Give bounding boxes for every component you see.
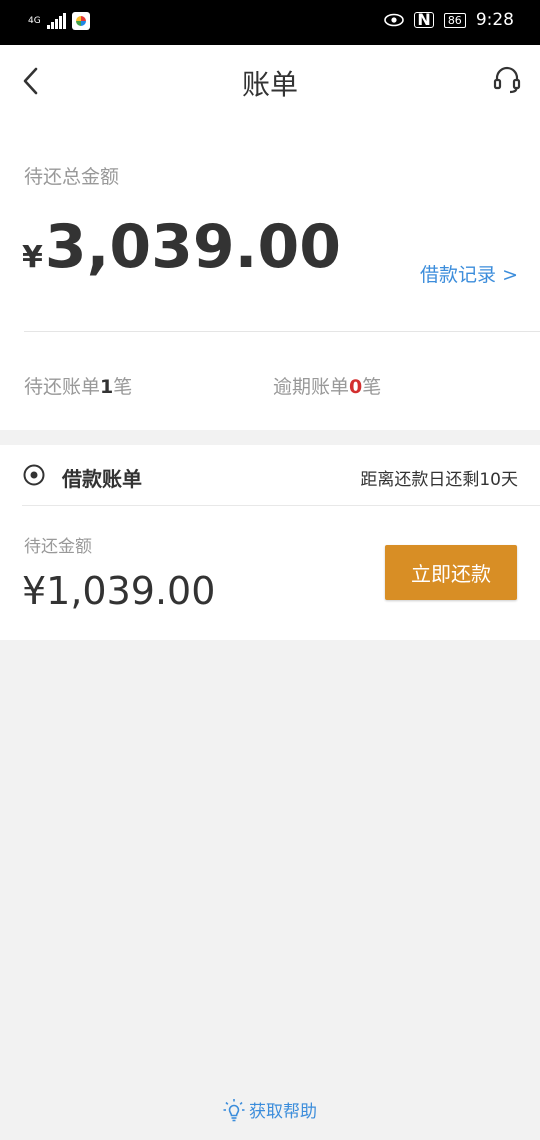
repay-now-button[interactable]: 立即还款: [385, 545, 517, 600]
get-help-link[interactable]: 获取帮助: [0, 1097, 540, 1122]
pending-bill-prefix: 待还账单: [24, 376, 101, 398]
divider: [22, 505, 540, 506]
pending-bill-suffix: 笔: [113, 376, 133, 398]
overdue-bill-prefix: 逾期账单: [273, 376, 350, 398]
overdue-bill-suffix: 笔: [362, 376, 382, 398]
clock: 9:28: [475, 10, 514, 30]
total-due-amount: ¥3,039.00: [22, 212, 341, 282]
currency-symbol: ¥: [22, 240, 43, 275]
total-amount-value: 3,039.00: [44, 212, 341, 282]
signal-icon: [46, 13, 66, 29]
eye-comfort-icon: [384, 13, 405, 27]
overdue-bill-number: 0: [349, 376, 363, 398]
loan-bill-title: 借款账单: [62, 467, 142, 491]
nfc-icon: N: [414, 12, 434, 28]
app-notification-icon: [71, 12, 90, 30]
days-until-due: 距离还款日还剩10天: [360, 470, 518, 490]
get-help-label: 获取帮助: [249, 1102, 317, 1122]
total-due-label: 待还总金额: [24, 166, 120, 188]
pending-bill-number: 1: [100, 376, 114, 398]
status-bar: 4G N 86 9:28: [0, 0, 540, 45]
loan-bill-header: 借款账单 距离还款日还剩10天: [0, 445, 540, 505]
status-right: N 86 9:28: [384, 10, 514, 30]
network-type: 4G: [28, 15, 41, 26]
overdue-bill-count: 逾期账单0笔: [273, 372, 381, 399]
nav-header: 账单: [0, 45, 540, 120]
repayment-summary: 待还总金额 ¥3,039.00 借款记录 > 待还账单1笔 逾期账单0笔: [0, 120, 540, 430]
customer-service-icon[interactable]: [492, 65, 522, 95]
status-left: 4G: [28, 12, 90, 30]
divider: [24, 331, 540, 332]
loan-bill-card: 借款账单 距离还款日还剩10天 待还金额 ¥1,039.00 立即还款: [0, 445, 540, 640]
page-title: 账单: [241, 68, 298, 101]
target-circle-icon: [23, 464, 45, 486]
lightbulb-icon: [223, 1098, 245, 1121]
due-amount-value: ¥1,039.00: [22, 569, 216, 613]
battery-icon: 86: [443, 12, 466, 28]
pending-bill-count: 待还账单1笔: [24, 372, 132, 399]
due-amount-label: 待还金额: [24, 537, 92, 557]
loan-record-link[interactable]: 借款记录 >: [420, 260, 518, 287]
